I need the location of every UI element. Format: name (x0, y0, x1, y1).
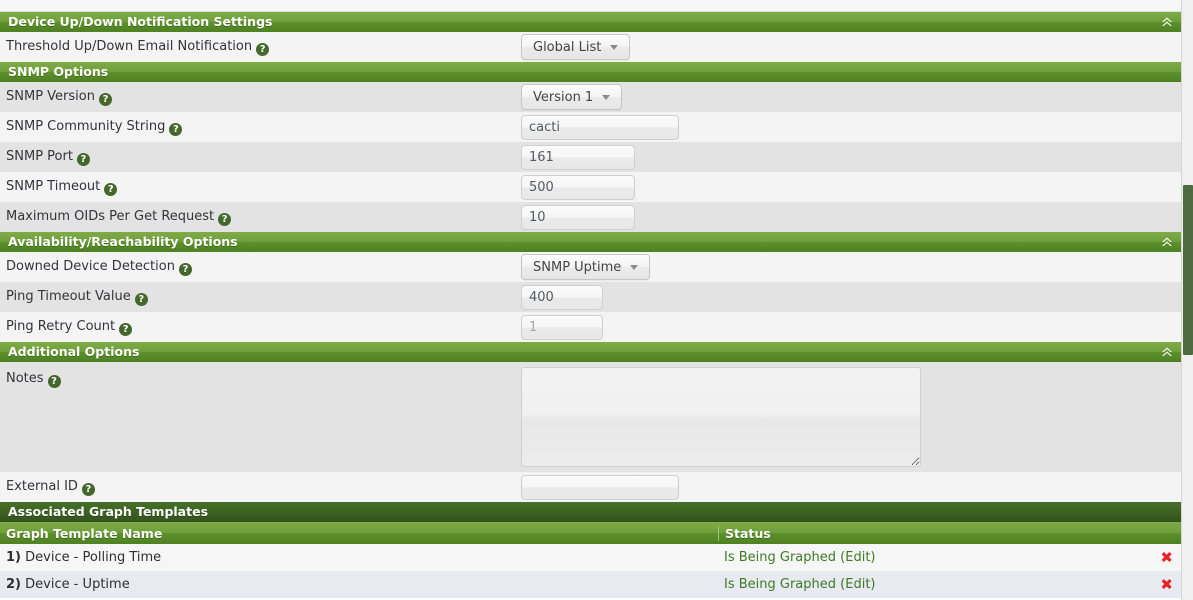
help-icon[interactable]: ? (104, 182, 118, 196)
chevron-down-icon (610, 44, 619, 50)
vertical-scrollbar[interactable] (1181, 0, 1193, 600)
label-downed-detection: Downed Device Detection? (0, 259, 521, 276)
page-top-strip (0, 0, 1181, 12)
settings-page: Device Up/Down Notification Settings Thr… (0, 0, 1181, 600)
chevron-down-icon (602, 94, 611, 100)
help-icon[interactable]: ? (134, 292, 148, 306)
graph-template-name-cell: 2) Device - Uptime (0, 577, 718, 592)
snmp-community-input[interactable] (521, 114, 679, 140)
external-id-input[interactable] (521, 474, 679, 500)
section-title-notification: Device Up/Down Notification Settings (8, 14, 273, 29)
section-title-availability: Availability/Reachability Options (8, 234, 238, 249)
column-header-status[interactable]: Status (718, 525, 1181, 541)
threshold-notification-value: Global List (533, 39, 602, 55)
label-max-oids: Maximum OIDs Per Get Request? (0, 209, 521, 226)
row-snmp-port: SNMP Port? (0, 142, 1181, 172)
section-header-availability: Availability/Reachability Options (0, 232, 1181, 252)
row-number: 2) (6, 577, 21, 592)
scrollbar-thumb[interactable] (1183, 185, 1193, 355)
graph-template-name: Device - Polling Time (25, 550, 162, 565)
graph-template-name: Device - Uptime (25, 577, 130, 592)
section-header-additional: Additional Options (0, 342, 1181, 362)
table-row[interactable]: 2) Device - Uptime Is Being Graphed (Edi… (0, 571, 1181, 598)
snmp-version-dropdown[interactable]: Version 1 (521, 84, 623, 110)
help-icon[interactable]: ? (98, 92, 112, 106)
column-header-graph-template-name[interactable]: Graph Template Name (0, 526, 718, 541)
chevron-double-up-icon[interactable] (1159, 234, 1175, 250)
label-snmp-community: SNMP Community String? (0, 119, 521, 136)
label-snmp-version: SNMP Version? (0, 89, 521, 106)
row-max-oids: Maximum OIDs Per Get Request? (0, 202, 1181, 232)
help-icon[interactable]: ? (178, 262, 192, 276)
help-icon[interactable]: ? (256, 42, 270, 56)
table-row[interactable]: 1) Device - Polling Time Is Being Graphe… (0, 544, 1181, 571)
section-title-graph-templates: Associated Graph Templates (8, 504, 209, 519)
help-icon[interactable]: ? (81, 482, 95, 496)
section-title-additional: Additional Options (8, 344, 140, 359)
help-icon[interactable]: ? (218, 212, 232, 226)
help-icon[interactable]: ? (76, 152, 90, 166)
chevron-double-up-icon[interactable] (1159, 344, 1175, 360)
graph-template-name-cell: 1) Device - Polling Time (0, 550, 718, 565)
edit-link[interactable]: (Edit) (840, 577, 875, 592)
status-text: Is Being Graphed (724, 550, 837, 565)
section-header-notification: Device Up/Down Notification Settings (0, 12, 1181, 32)
row-number: 1) (6, 550, 21, 565)
notes-textarea[interactable] (521, 367, 921, 467)
row-snmp-community: SNMP Community String? (0, 112, 1181, 142)
row-ping-retry: Ping Retry Count? (0, 312, 1181, 342)
label-snmp-timeout: SNMP Timeout? (0, 179, 521, 196)
snmp-timeout-input[interactable] (521, 174, 635, 200)
help-icon[interactable]: ? (169, 122, 183, 136)
row-snmp-timeout: SNMP Timeout? (0, 172, 1181, 202)
graph-template-status-cell: Is Being Graphed (Edit) (718, 550, 1181, 565)
delete-x-icon[interactable]: ✖ (1160, 550, 1173, 565)
label-ping-retry: Ping Retry Count? (0, 319, 521, 336)
label-snmp-port: SNMP Port? (0, 149, 521, 166)
downed-detection-value: SNMP Uptime (533, 259, 622, 275)
label-external-id: External ID? (0, 479, 521, 496)
row-snmp-version: SNMP Version? Version 1 (0, 82, 1181, 112)
label-ping-timeout: Ping Timeout Value? (0, 289, 521, 306)
label-notes: Notes? (0, 362, 521, 388)
section-title-snmp: SNMP Options (8, 64, 109, 79)
graph-templates-table-header: Graph Template Name Status (0, 522, 1181, 544)
max-oids-input[interactable] (521, 204, 635, 230)
help-icon[interactable]: ? (47, 375, 61, 388)
chevron-double-up-icon[interactable] (1159, 14, 1175, 30)
snmp-version-value: Version 1 (533, 89, 594, 105)
ping-timeout-input[interactable] (521, 284, 603, 310)
section-header-snmp: SNMP Options (0, 62, 1181, 82)
row-external-id: External ID? (0, 472, 1181, 502)
row-downed-detection: Downed Device Detection? SNMP Uptime (0, 252, 1181, 282)
status-text: Is Being Graphed (724, 577, 837, 592)
snmp-port-input[interactable] (521, 144, 635, 170)
row-ping-timeout: Ping Timeout Value? (0, 282, 1181, 312)
label-threshold-notification: Threshold Up/Down Email Notification? (0, 39, 521, 56)
ping-retry-input[interactable] (521, 314, 603, 340)
help-icon[interactable]: ? (119, 322, 133, 336)
delete-x-icon[interactable]: ✖ (1160, 577, 1173, 592)
section-header-graph-templates: Associated Graph Templates (0, 502, 1181, 522)
downed-detection-dropdown[interactable]: SNMP Uptime (521, 254, 651, 280)
edit-link[interactable]: (Edit) (840, 550, 875, 565)
threshold-notification-dropdown[interactable]: Global List (521, 34, 631, 60)
graph-template-status-cell: Is Being Graphed (Edit) (718, 577, 1181, 592)
row-threshold-notification: Threshold Up/Down Email Notification? Gl… (0, 32, 1181, 62)
chevron-down-icon (630, 264, 639, 270)
row-notes: Notes? (0, 362, 1181, 472)
